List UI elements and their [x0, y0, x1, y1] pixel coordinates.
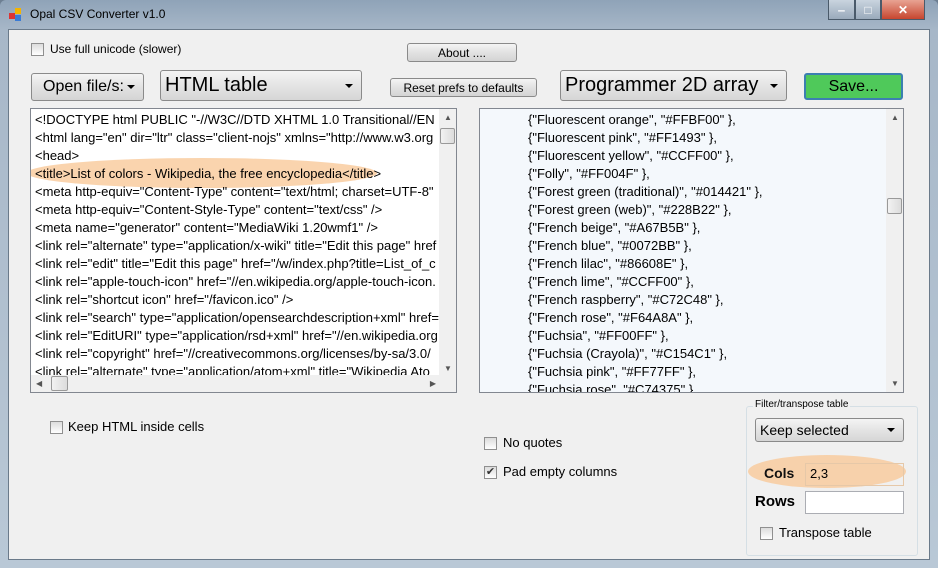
rows-input[interactable] [805, 491, 904, 514]
filter-mode-value: Keep selected [760, 422, 849, 438]
text-line: <!DOCTYPE html PUBLIC "-//W3C//DTD XHTML… [35, 112, 435, 127]
reset-prefs-button[interactable]: Reset prefs to defaults [390, 78, 537, 97]
input-vertical-scrollbar[interactable]: ▲ ▼ [439, 109, 456, 377]
output-textarea[interactable]: {"Fluorescent orange", "#FFBF00" }, {"Flu… [479, 108, 904, 393]
close-button[interactable]: ✕ [881, 0, 925, 20]
text-line: <title>List of colors - Wikipedia, the f… [35, 166, 382, 181]
transpose-label: Transpose table [779, 525, 872, 540]
text-line: {"Fuchsia pink", "#FF77FF" }, [528, 364, 697, 379]
output-format-select[interactable]: Programmer 2D array [560, 70, 787, 101]
maximize-button[interactable]: □ [855, 0, 881, 20]
chevron-down-icon [887, 428, 895, 432]
chevron-down-icon [770, 83, 778, 88]
text-line: {"French lime", "#CCFF00" }, [528, 274, 694, 289]
keep-html-checkbox[interactable] [50, 421, 63, 434]
text-line: {"Fuchsia (Crayola)", "#C154C1" }, [528, 346, 728, 361]
text-line: {"Fuchsia", "#FF00FF" }, [528, 328, 669, 343]
text-line: <link rel="apple-touch-icon" href="//en.… [35, 274, 436, 289]
window-title: Opal CSV Converter v1.0 [30, 7, 166, 21]
text-line: <html lang="en" dir="ltr" class="client-… [35, 130, 434, 145]
text-line: <link rel="copyright" href="//creativeco… [35, 346, 431, 361]
text-line: <link rel="EditURI" type="application/rs… [35, 328, 438, 343]
filter-group-label: Filter/transpose table [753, 399, 851, 410]
minimize-button[interactable]: ‒ [828, 0, 855, 20]
cols-label: Cols [764, 465, 795, 481]
keep-html-label: Keep HTML inside cells [68, 419, 205, 434]
text-line: <meta http-equiv="Content-Style-Type" co… [35, 202, 383, 217]
about-button[interactable]: About .... [407, 43, 517, 62]
chevron-down-icon [345, 83, 353, 88]
text-line: {"Fluorescent pink", "#FF1493" }, [528, 130, 718, 145]
pad-empty-checkbox[interactable]: ✔ [484, 466, 497, 479]
full-unicode-label: Use full unicode (slower) [50, 42, 182, 56]
transpose-checkbox[interactable] [760, 527, 773, 540]
filter-mode-select[interactable]: Keep selected [755, 418, 904, 442]
no-quotes-label: No quotes [503, 435, 563, 450]
text-line: <link rel="search" type="application/ope… [35, 310, 439, 325]
save-button[interactable]: Save... [804, 73, 903, 100]
input-format-select[interactable]: HTML table [160, 70, 362, 101]
text-line: {"Fluorescent orange", "#FFBF00" }, [528, 112, 736, 127]
text-line: {"Folly", "#FF004F" }, [528, 166, 650, 181]
cols-input[interactable]: 2,3 [805, 463, 904, 486]
input-horizontal-scrollbar[interactable]: ◀ ▶ [31, 375, 441, 392]
text-line: {"French blue", "#0072BB" }, [528, 238, 692, 253]
pad-empty-label: Pad empty columns [503, 464, 618, 479]
text-line: {"French rose", "#F64A8A" }, [528, 310, 694, 325]
no-quotes-checkbox[interactable] [484, 437, 497, 450]
text-line: {"Forest green (web)", "#228B22" }, [528, 202, 732, 217]
text-line: <link rel="edit" title="Edit this page" … [35, 256, 436, 271]
output-format-value: Programmer 2D array [565, 74, 759, 96]
text-line: {"Fluorescent yellow", "#CCFF00" }, [528, 148, 734, 163]
text-line: <link rel="alternate" type="application/… [35, 238, 437, 253]
chevron-down-icon [127, 85, 135, 89]
open-files-button[interactable]: Open file/s: [31, 73, 144, 101]
text-line: {"French beige", "#A67B5B" }, [528, 220, 701, 235]
text-line: <link rel="shortcut icon" href="/favicon… [35, 292, 294, 307]
output-vertical-scrollbar[interactable]: ▲ ▼ [886, 109, 903, 392]
open-files-label: Open file/s: [43, 78, 124, 95]
input-textarea[interactable]: <!DOCTYPE html PUBLIC "-//W3C//DTD XHTML… [30, 108, 457, 393]
text-line: {"French raspberry", "#C72C48" }, [528, 292, 724, 307]
text-line: <meta http-equiv="Content-Type" content=… [35, 184, 434, 199]
input-format-value: HTML table [165, 74, 268, 96]
text-line: <meta name="generator" content="MediaWik… [35, 220, 378, 235]
text-line: {"Forest green (traditional)", "#014421"… [528, 184, 763, 199]
text-line: {"Fuchsia rose", "#C74375" }, [528, 382, 697, 393]
app-icon [9, 8, 23, 21]
text-line: {"French lilac", "#86608E" }, [528, 256, 689, 271]
rows-label: Rows [755, 493, 796, 510]
full-unicode-checkbox[interactable] [31, 43, 44, 56]
text-line: <head> [35, 148, 80, 163]
